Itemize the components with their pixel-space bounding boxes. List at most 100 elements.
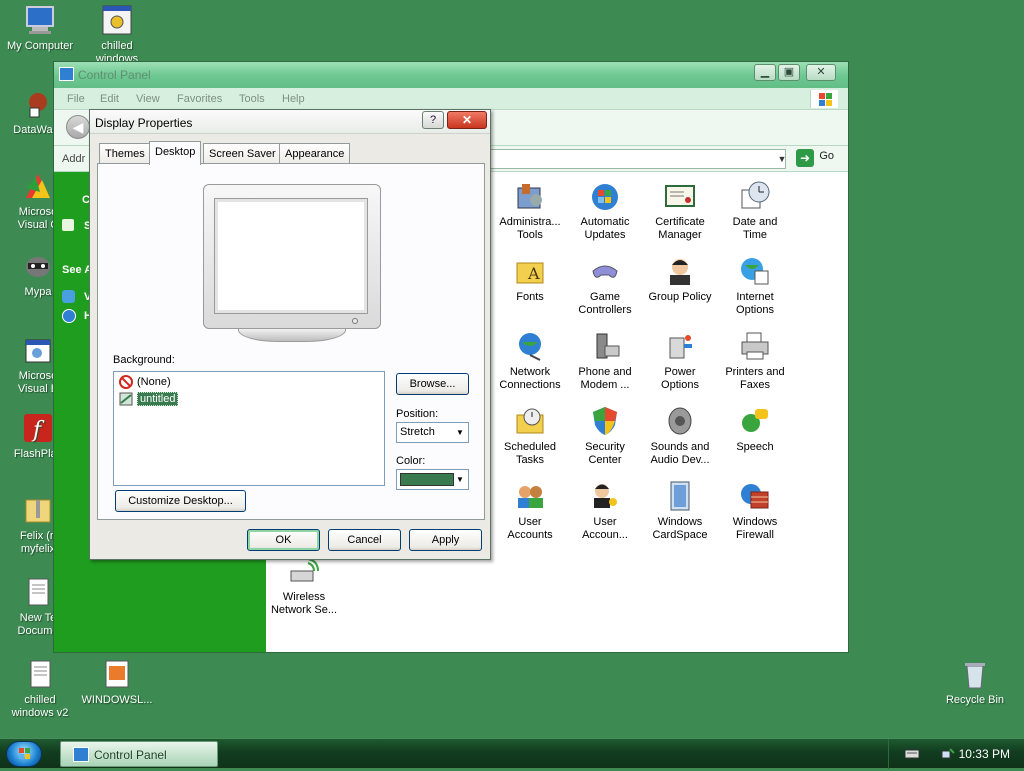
clock[interactable]: 10:33 PM xyxy=(959,747,1010,761)
recycle-bin-icon xyxy=(959,658,991,690)
close-button[interactable]: ✕ xyxy=(806,64,836,81)
go-button[interactable]: Go xyxy=(819,150,834,162)
cp-item-printers-faxes[interactable]: Printers and Faxes xyxy=(715,330,795,392)
phone-icon xyxy=(589,330,621,362)
apply-button[interactable]: Apply xyxy=(409,529,482,551)
position-value: Stretch xyxy=(400,426,435,438)
cp-item-administrative-tools[interactable]: Administra... Tools xyxy=(490,180,570,242)
menu-favorites[interactable]: Favorites xyxy=(177,93,222,105)
taskbar-control-panel-button[interactable]: Control Panel xyxy=(60,741,218,767)
dialog-close-button[interactable]: ✕ xyxy=(447,111,487,129)
task-pane-icon xyxy=(62,219,74,231)
dialog-title: Display Properties xyxy=(95,116,193,130)
cp-item-internet-options[interactable]: Internet Options xyxy=(715,255,795,317)
desktop-icon-chilled-windows-v2[interactable]: chilled windows v2 xyxy=(0,658,80,720)
start-button[interactable] xyxy=(6,741,42,767)
address-label: Addr xyxy=(62,153,86,165)
keyboard-icon[interactable] xyxy=(904,747,920,759)
cp-item-windows-cardspace[interactable]: Windows CardSpace xyxy=(640,480,720,542)
cp-item-scheduled-tasks[interactable]: Scheduled Tasks xyxy=(490,405,570,467)
address-dropdown-icon[interactable]: ▼ xyxy=(774,149,790,169)
menu-help[interactable]: Help xyxy=(282,93,305,105)
desktop-icon-label: WINDOWSL... xyxy=(81,694,153,706)
cp-item-user-accounts[interactable]: User Accounts xyxy=(490,480,570,542)
minimize-button[interactable]: ▁ xyxy=(754,64,776,81)
background-item-none[interactable]: (None) xyxy=(119,374,171,390)
desktop-tab-panel: Background: (None) untitled Browse... Po… xyxy=(97,163,485,520)
cp-item-speech[interactable]: Speech xyxy=(715,405,795,454)
maximize-button[interactable]: ▣ xyxy=(778,64,800,81)
back-arrow-icon: ◀ xyxy=(72,119,84,135)
cp-item-phone-modem[interactable]: Phone and Modem ... xyxy=(565,330,645,392)
tab-appearance[interactable]: Appearance xyxy=(279,143,351,164)
position-select[interactable]: Stretch ▼ xyxy=(396,422,469,443)
browse-button[interactable]: Browse... xyxy=(396,373,469,395)
cardspace-icon xyxy=(664,480,696,512)
cp-item-group-policy[interactable]: Group Policy xyxy=(640,255,720,304)
cp-item-label: Automatic Updates xyxy=(580,216,630,241)
color-label: Color: xyxy=(396,455,426,467)
visual-studio-icon xyxy=(22,170,54,202)
computer-icon xyxy=(24,4,56,36)
cp-item-label: Speech xyxy=(736,441,774,453)
cp-item-security-center[interactable]: Security Center xyxy=(565,405,645,467)
flash-icon: f xyxy=(22,412,54,444)
desktop-icon-recycle-bin[interactable]: Recycle Bin xyxy=(935,658,1015,707)
cp-item-windows-firewall[interactable]: Windows Firewall xyxy=(715,480,795,542)
cp-item-label: Network Connections xyxy=(499,366,561,391)
background-label: Background: xyxy=(113,354,175,366)
cp-item-automatic-updates[interactable]: Automatic Updates xyxy=(565,180,645,242)
background-item-untitled[interactable]: untitled xyxy=(119,391,179,407)
desktop-icon-chilled-windows[interactable]: chilled windows xyxy=(77,4,157,64)
network-tray-icon[interactable] xyxy=(941,747,955,759)
help-button[interactable]: ? xyxy=(422,111,444,129)
tab-themes[interactable]: Themes xyxy=(99,143,151,164)
monitor-stand xyxy=(238,328,346,342)
color-swatch xyxy=(400,473,454,486)
cp-item-label: Windows Firewall xyxy=(732,516,778,541)
desktop-icon-my-computer[interactable]: My Computer xyxy=(0,4,80,53)
no-entry-icon xyxy=(119,375,133,389)
datawag-icon xyxy=(20,88,52,120)
monitor-screen-preview xyxy=(214,198,368,314)
dialog-titlebar[interactable]: Display Properties ? ✕ xyxy=(90,110,490,134)
cp-item-power-options[interactable]: Power Options xyxy=(640,330,720,392)
ok-button[interactable]: OK xyxy=(247,529,320,551)
zip-folder-icon xyxy=(22,494,54,526)
cp-item-user-accounts-2[interactable]: User Accoun... xyxy=(565,480,645,542)
menu-tools[interactable]: Tools xyxy=(239,93,265,105)
background-list[interactable]: (None) untitled xyxy=(113,371,385,486)
cp-item-date-time[interactable]: Date and Time xyxy=(715,180,795,242)
chevron-down-icon: ▼ xyxy=(456,428,464,437)
customize-desktop-button[interactable]: Customize Desktop... xyxy=(115,490,246,512)
control-panel-titlebar[interactable]: Control Panel ▁ ▣ ✕ xyxy=(54,62,848,88)
menu-file[interactable]: File xyxy=(67,93,85,105)
speaker-icon xyxy=(664,405,696,437)
background-item-label: (None) xyxy=(137,376,171,388)
menu-view[interactable]: View xyxy=(136,93,160,105)
administrative-tools-icon xyxy=(514,180,546,212)
cp-item-network-connections[interactable]: Network Connections xyxy=(490,330,570,392)
network-icon xyxy=(514,330,546,362)
cp-item-wireless-network-setup[interactable]: Wireless Network Se... xyxy=(264,555,344,617)
desktop-icon-windowsl[interactable]: WINDOWSL... xyxy=(77,658,157,707)
speech-icon xyxy=(739,405,771,437)
cp-item-label: Security Center xyxy=(585,441,625,466)
tab-desktop[interactable]: Desktop xyxy=(149,141,202,165)
cp-item-sounds-audio[interactable]: Sounds and Audio Dev... xyxy=(640,405,720,467)
game-controller-icon xyxy=(589,255,621,287)
cp-item-label: Internet Options xyxy=(736,291,774,316)
go-arrow-icon[interactable]: ➜ xyxy=(796,149,814,167)
cp-item-fonts[interactable]: A Fonts xyxy=(490,255,570,304)
back-button[interactable]: ◀ xyxy=(66,115,90,139)
desktop-icon-label: Recycle Bin xyxy=(945,694,1005,706)
tab-screen-saver[interactable]: Screen Saver xyxy=(203,143,282,164)
color-picker[interactable]: ▼ xyxy=(396,469,469,490)
cp-item-label: Sounds and Audio Dev... xyxy=(650,441,710,466)
power-led-icon xyxy=(352,318,358,324)
cp-item-label: Fonts xyxy=(516,291,544,303)
cp-item-game-controllers[interactable]: Game Controllers xyxy=(565,255,645,317)
cp-item-certificate-manager[interactable]: Certificate Manager xyxy=(640,180,720,242)
cancel-button[interactable]: Cancel xyxy=(328,529,401,551)
menu-edit[interactable]: Edit xyxy=(100,93,119,105)
